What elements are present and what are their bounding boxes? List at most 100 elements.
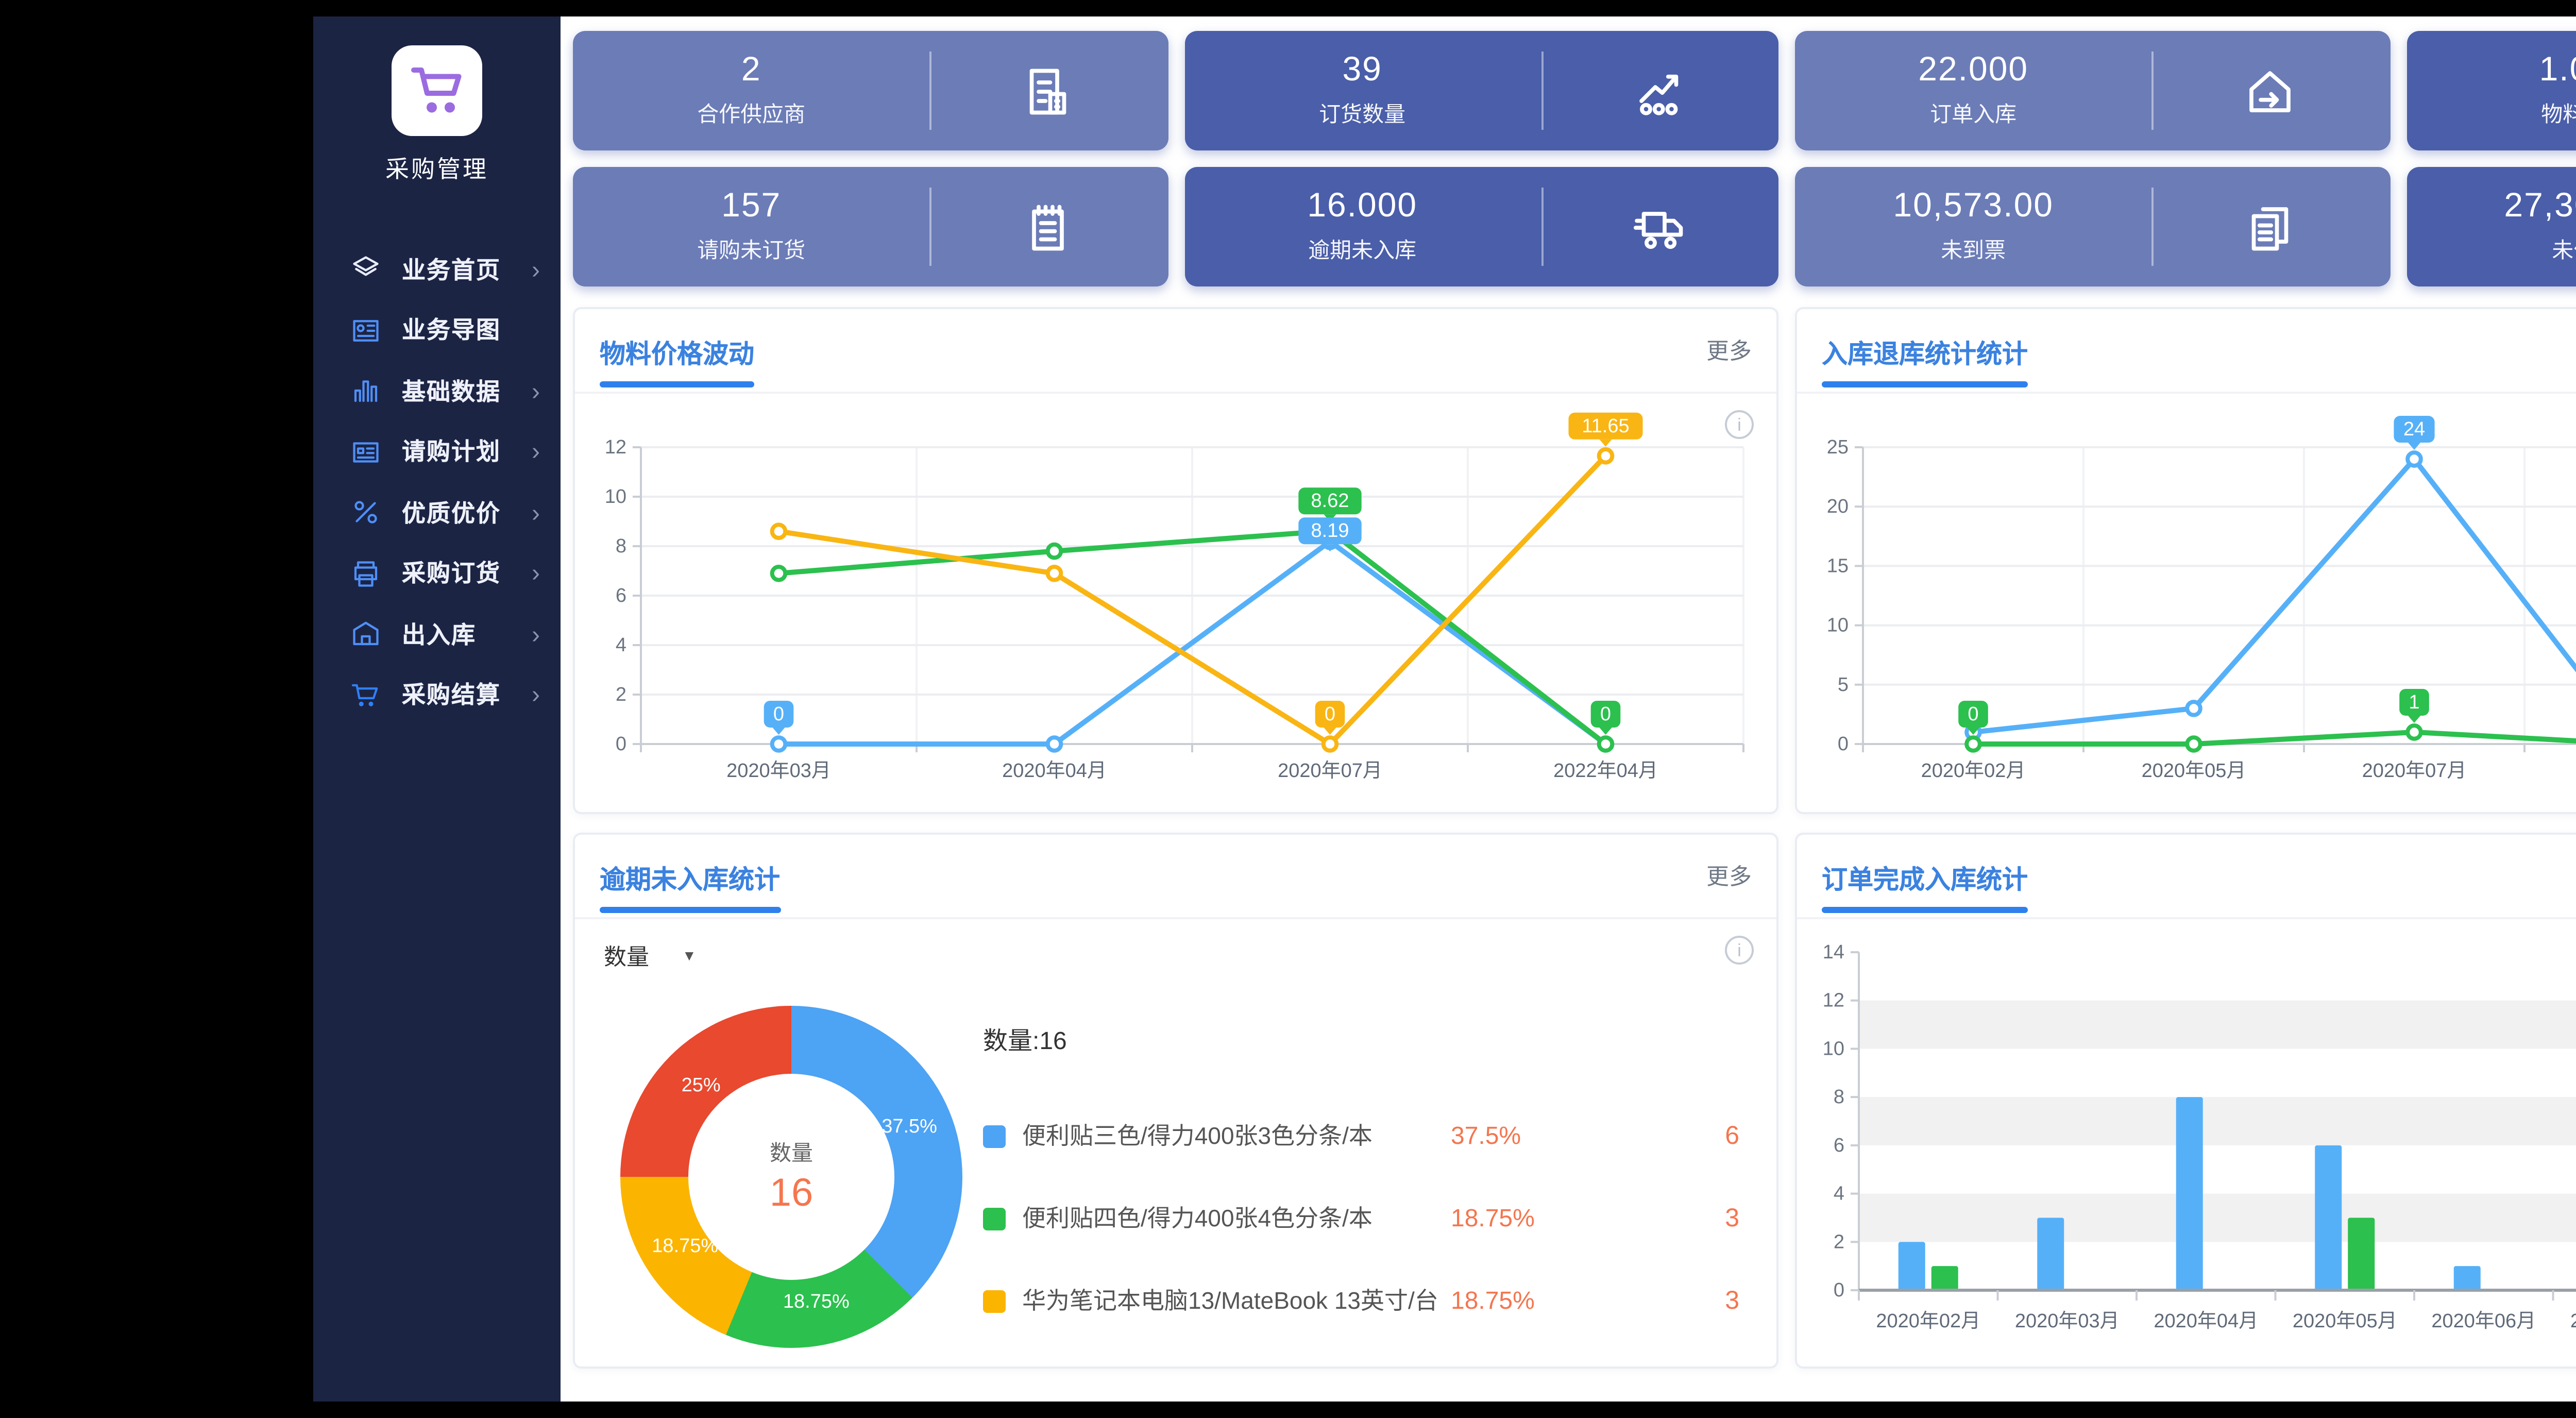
svg-text:14: 14 [1823, 941, 1844, 963]
legend-item-name: 便利贴三色/得力400张3色分条/本 [1022, 1125, 1372, 1150]
card-list-icon [352, 442, 378, 462]
svg-text:1: 1 [2409, 691, 2419, 713]
stat-card-icon [929, 167, 1167, 286]
legend-item-percent: 18.75% [1451, 1286, 1535, 1315]
sidebar-item-icon [348, 557, 381, 590]
stat-card[interactable]: 27,306.00 未付款 ¥ [2406, 167, 2576, 286]
stat-card-text: 2 合作供应商 [573, 31, 929, 150]
more-link[interactable]: 更多 [1706, 859, 1752, 892]
donut-legend: 数量:16 便利贴三色/得力400张3色分条/本 37.5% 6 便利贴四色/得… [983, 1022, 1748, 1366]
legend-rows: 便利贴三色/得力400张3色分条/本 37.5% 6 便利贴四色/得力400张4… [983, 1094, 1748, 1366]
sidebar-item-label: 出入库 [402, 624, 476, 649]
stat-card[interactable]: 1.000 物料退库 [2406, 31, 2576, 150]
svg-text:2020年04月: 2020年04月 [1002, 760, 1107, 782]
svg-text:0: 0 [616, 733, 626, 755]
stat-cards: 2 合作供应商 39 订货数量 22.000 订单入库 1.000 物料退库 1… [573, 31, 2576, 286]
stat-card[interactable]: 2 合作供应商 [573, 31, 1167, 150]
svg-text:12: 12 [1823, 990, 1844, 1011]
app-title: 采购管理 [385, 159, 488, 183]
sidebar-item-4[interactable]: 请购计划 › [313, 421, 561, 482]
sidebar-item-8[interactable]: 采购结算 › [313, 665, 561, 725]
svg-text:2020年02月: 2020年02月 [1876, 1310, 1980, 1332]
sidebar-item-2[interactable]: 业务导图 [313, 300, 561, 361]
stat-card-icon [2151, 167, 2389, 286]
donut-center-label: 数量 [770, 1141, 813, 1166]
stat-card-text: 22.000 订单入库 [1795, 31, 2151, 150]
docs-icon [2252, 206, 2289, 250]
panel-header: 入库退库统计统计 更多 [1797, 309, 2576, 394]
sidebar-item-3[interactable]: 基础数据 › [313, 361, 561, 421]
svg-text:2020年03月: 2020年03月 [2015, 1310, 2120, 1332]
sidebar-item-icon [348, 253, 381, 286]
stat-card-value: 22.000 [1918, 52, 2029, 89]
printer-icon [353, 561, 377, 586]
info-icon[interactable]: i [1725, 936, 1754, 965]
svg-text:24: 24 [2403, 418, 2425, 440]
main-content: 2 合作供应商 39 订货数量 22.000 订单入库 1.000 物料退库 1… [561, 16, 2576, 1402]
line-chart-material-price: 0 2 4 6 8 10 12 2020年03月 2020年04月 2020年07月 2022年04… [605, 412, 1744, 782]
donut-chart: 数量 16 37.5% 18.75% 18.75% 25% [620, 1006, 962, 1348]
stat-card-icon [929, 31, 1167, 150]
svg-text:6: 6 [1834, 1135, 1844, 1156]
app-logo[interactable] [392, 45, 482, 136]
chevron-down-icon: ▼ [682, 949, 697, 964]
svg-text:25: 25 [1827, 436, 1849, 458]
sidebar-item-label: 业务导图 [402, 320, 501, 345]
more-link[interactable]: 更多 [1706, 334, 1752, 367]
stat-card-value: 1.000 [2539, 52, 2576, 89]
svg-text:6: 6 [616, 585, 626, 606]
stat-card-label: 未到票 [1941, 239, 2006, 264]
stat-card[interactable]: 157 请购未订货 [573, 167, 1167, 286]
sidebar-menu: 业务首页 › 业务导图 基础数据 › 请购计划 › 优质优价 › 采购订货 › … [313, 239, 561, 725]
svg-text:0: 0 [1325, 703, 1335, 725]
legend-item-percent: 37.5% [1451, 1121, 1521, 1150]
stat-card-value: 10,573.00 [1893, 188, 2054, 225]
legend-color-swatch [983, 1124, 1006, 1147]
sidebar-item-icon [348, 435, 381, 468]
sidebar-item-1[interactable]: 业务首页 › [313, 239, 561, 300]
svg-text:8.62: 8.62 [1311, 490, 1349, 512]
svg-text:2020年07月: 2020年07月 [1278, 760, 1382, 782]
line-chart-in-out: 05101520252020年02月2020年05月2020年07月2021年0… [1827, 416, 2576, 782]
legend-row: 便利贴三色/得力400张3色分条/本 37.5% 6 [983, 1094, 1748, 1177]
svg-text:0: 0 [1600, 703, 1611, 725]
stat-card-text: 10,573.00 未到票 [1795, 167, 2151, 286]
bar-chart-icon [353, 381, 377, 403]
trend-icon [1639, 73, 1678, 114]
quantity-dropdown[interactable]: 数量 ▼ [604, 940, 697, 973]
stat-card-label: 请购未订货 [697, 239, 806, 264]
chevron-right-icon: › [532, 437, 540, 466]
panel-title-in-out[interactable]: 入库退库统计统计 [1822, 331, 2028, 386]
sidebar-item-7[interactable]: 出入库 › [313, 604, 561, 665]
stat-card[interactable]: 16.000 逾期未入库 [1184, 167, 1778, 286]
panel-title-order-complete[interactable]: 订单完成入库统计 [1822, 856, 2028, 912]
chevron-right-icon: › [532, 377, 540, 406]
panel-title-material-price[interactable]: 物料价格波动 [600, 331, 755, 386]
svg-text:15: 15 [1827, 555, 1849, 577]
svg-text:0: 0 [773, 703, 784, 725]
truck-fast-icon [1633, 211, 1683, 248]
svg-text:2: 2 [616, 684, 626, 705]
stat-card[interactable]: 39 订货数量 [1184, 31, 1778, 150]
legend-item-name: 华为笔记本电脑13/MateBook 13英寸/台 [1022, 1290, 1438, 1315]
stat-card-text: 39 订货数量 [1184, 31, 1540, 150]
legend-title: 数量:16 [983, 1026, 1067, 1055]
sidebar-item-6[interactable]: 采购订货 › [313, 543, 561, 604]
legend-row: 软抄本A5/广博A5商务办公/本 25% 4 [983, 1342, 1748, 1366]
info-icon[interactable]: i [1725, 410, 1754, 439]
donut-slice-label: 18.75% [652, 1236, 719, 1259]
panel-header: 订单完成入库统计 更多 [1797, 835, 2576, 919]
cart-icon [350, 683, 377, 706]
svg-text:10: 10 [605, 486, 626, 508]
svg-text:4: 4 [1834, 1183, 1844, 1205]
sidebar-item-5[interactable]: 优质优价 › [313, 482, 561, 543]
donut-center-value: 16 [769, 1172, 814, 1215]
panel-body: i 024681012142020年02月2020年03月2020年04月202… [1797, 927, 2576, 1364]
screen: 采购管理 业务首页 › 业务导图 基础数据 › 请购计划 › 优质优价 › 采购… [0, 0, 2576, 1418]
chart-panels: 物料价格波动 更多 i 0 2 4 6 8 10 12 2020年03月 2020年04月 202… [573, 307, 2576, 1369]
panel-title-overdue[interactable]: 逾期未入库统计 [600, 856, 780, 912]
sidebar-item-icon [348, 618, 381, 651]
stat-card[interactable]: 22.000 订单入库 [1795, 31, 2389, 150]
stat-card[interactable]: 10,573.00 未到票 [1795, 167, 2389, 286]
sidebar: 采购管理 业务首页 › 业务导图 基础数据 › 请购计划 › 优质优价 › 采购… [313, 16, 561, 1402]
